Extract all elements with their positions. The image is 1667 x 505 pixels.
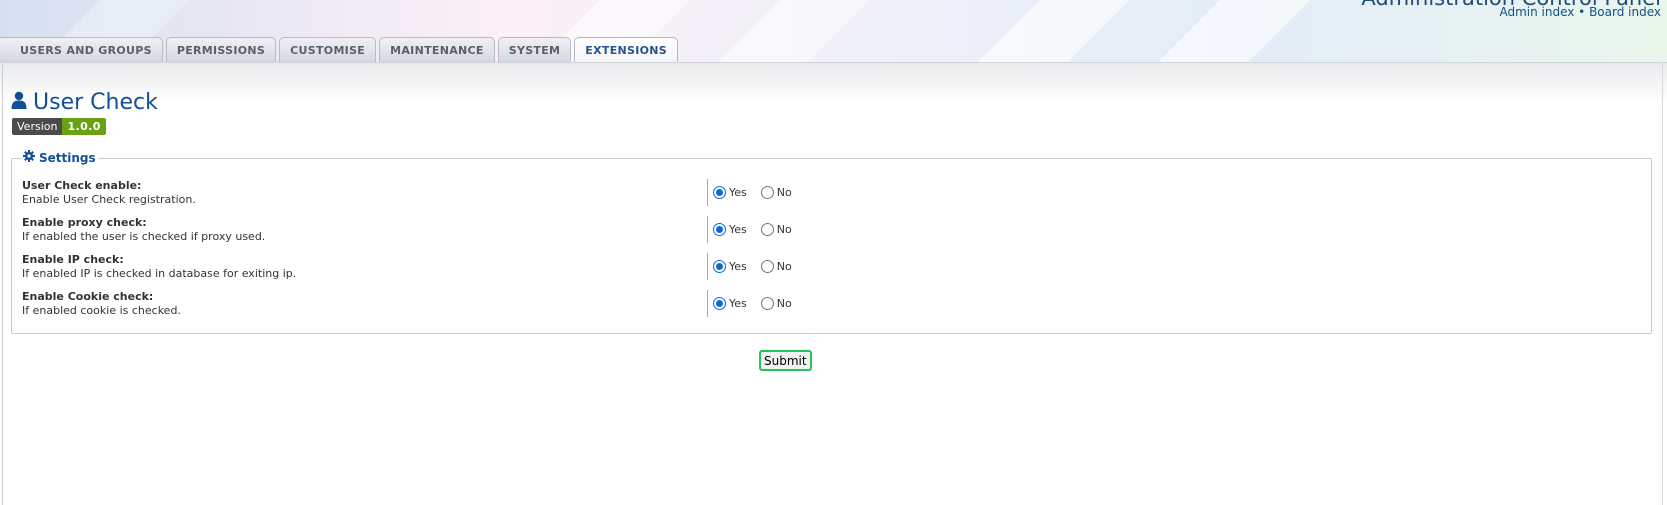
setting-desc: Enable User Check registration. [22, 193, 196, 206]
yes-radio[interactable] [713, 297, 726, 310]
setting-term: Enable Cookie check: [22, 290, 154, 303]
main-panel: User Check Version 1.0.0 Settings User C… [0, 62, 1667, 505]
acp-header: Administration Control Panel Admin index… [0, 0, 1667, 62]
no-option[interactable]: No [760, 297, 792, 310]
no-label: No [776, 186, 792, 199]
no-radio[interactable] [760, 297, 774, 310]
header-links: Admin index • Board index [1499, 5, 1661, 19]
main-tabs: USERS AND GROUPS PERMISSIONS CUSTOMISE M… [0, 37, 679, 62]
setting-term: User Check enable: [22, 179, 142, 192]
tab-extensions[interactable]: EXTENSIONS [574, 37, 679, 62]
no-label: No [776, 297, 792, 310]
no-option[interactable]: No [760, 186, 792, 199]
setting-row-ip-check: Enable IP check: If enabled IP is checke… [22, 253, 1642, 287]
admin-index-link[interactable]: Admin index [1499, 5, 1574, 19]
no-option[interactable]: No [760, 223, 792, 236]
tab-customise[interactable]: CUSTOMISE [279, 37, 377, 62]
yes-option[interactable]: Yes [713, 223, 747, 236]
setting-desc: If enabled cookie is checked. [22, 304, 181, 317]
no-radio[interactable] [760, 260, 774, 273]
setting-desc: If enabled the user is checked if proxy … [22, 230, 266, 243]
header-stripe [940, 0, 1150, 62]
panel-right-border [1662, 63, 1663, 505]
header-stripe [1120, 0, 1330, 62]
no-radio[interactable] [760, 223, 774, 236]
setting-options: Yes No [707, 290, 792, 317]
user-icon [11, 90, 27, 115]
tab-system[interactable]: SYSTEM [497, 37, 572, 62]
setting-term: Enable proxy check: [22, 216, 147, 229]
tab-permissions[interactable]: PERMISSIONS [165, 37, 277, 62]
yes-option[interactable]: Yes [713, 186, 747, 199]
setting-options: Yes No [707, 253, 792, 280]
version-label: Version [12, 118, 63, 135]
no-label: No [776, 223, 792, 236]
settings-legend: Settings [21, 150, 98, 165]
yes-option[interactable]: Yes [713, 297, 747, 310]
setting-desc: If enabled IP is checked in database for… [22, 267, 297, 280]
setting-row-proxy-check: Enable proxy check: If enabled the user … [22, 216, 1642, 250]
yes-radio[interactable] [713, 260, 726, 273]
gear-icon [23, 150, 35, 165]
setting-term: Enable IP check: [22, 253, 124, 266]
setting-options: Yes No [707, 216, 792, 243]
version-value: 1.0.0 [62, 118, 106, 135]
yes-label: Yes [729, 297, 747, 310]
header-stripe [680, 0, 890, 62]
version-badge: Version 1.0.0 [12, 118, 106, 135]
setting-row-user-check: User Check enable: Enable User Check reg… [22, 179, 1642, 213]
no-option[interactable]: No [760, 260, 792, 273]
settings-legend-text: Settings [39, 150, 96, 165]
submit-button[interactable]: Submit [759, 350, 812, 371]
page-title: User Check [11, 90, 158, 115]
board-index-link[interactable]: Board index [1589, 5, 1661, 19]
yes-label: Yes [729, 186, 747, 199]
settings-fieldset: Settings User Check enable: Enable User … [11, 150, 1652, 334]
no-radio[interactable] [760, 186, 774, 199]
tab-users-and-groups[interactable]: USERS AND GROUPS [0, 37, 163, 62]
yes-option[interactable]: Yes [713, 260, 747, 273]
setting-options: Yes No [707, 179, 792, 206]
link-separator: • [1578, 5, 1586, 19]
yes-radio[interactable] [713, 186, 726, 199]
yes-label: Yes [729, 223, 747, 236]
tab-maintenance[interactable]: MAINTENANCE [379, 37, 495, 62]
setting-row-cookie-check: Enable Cookie check: If enabled cookie i… [22, 290, 1642, 324]
yes-radio[interactable] [713, 223, 726, 236]
panel-left-border [2, 63, 3, 505]
page-title-text: User Check [33, 90, 158, 115]
yes-label: Yes [729, 260, 747, 273]
no-label: No [776, 260, 792, 273]
